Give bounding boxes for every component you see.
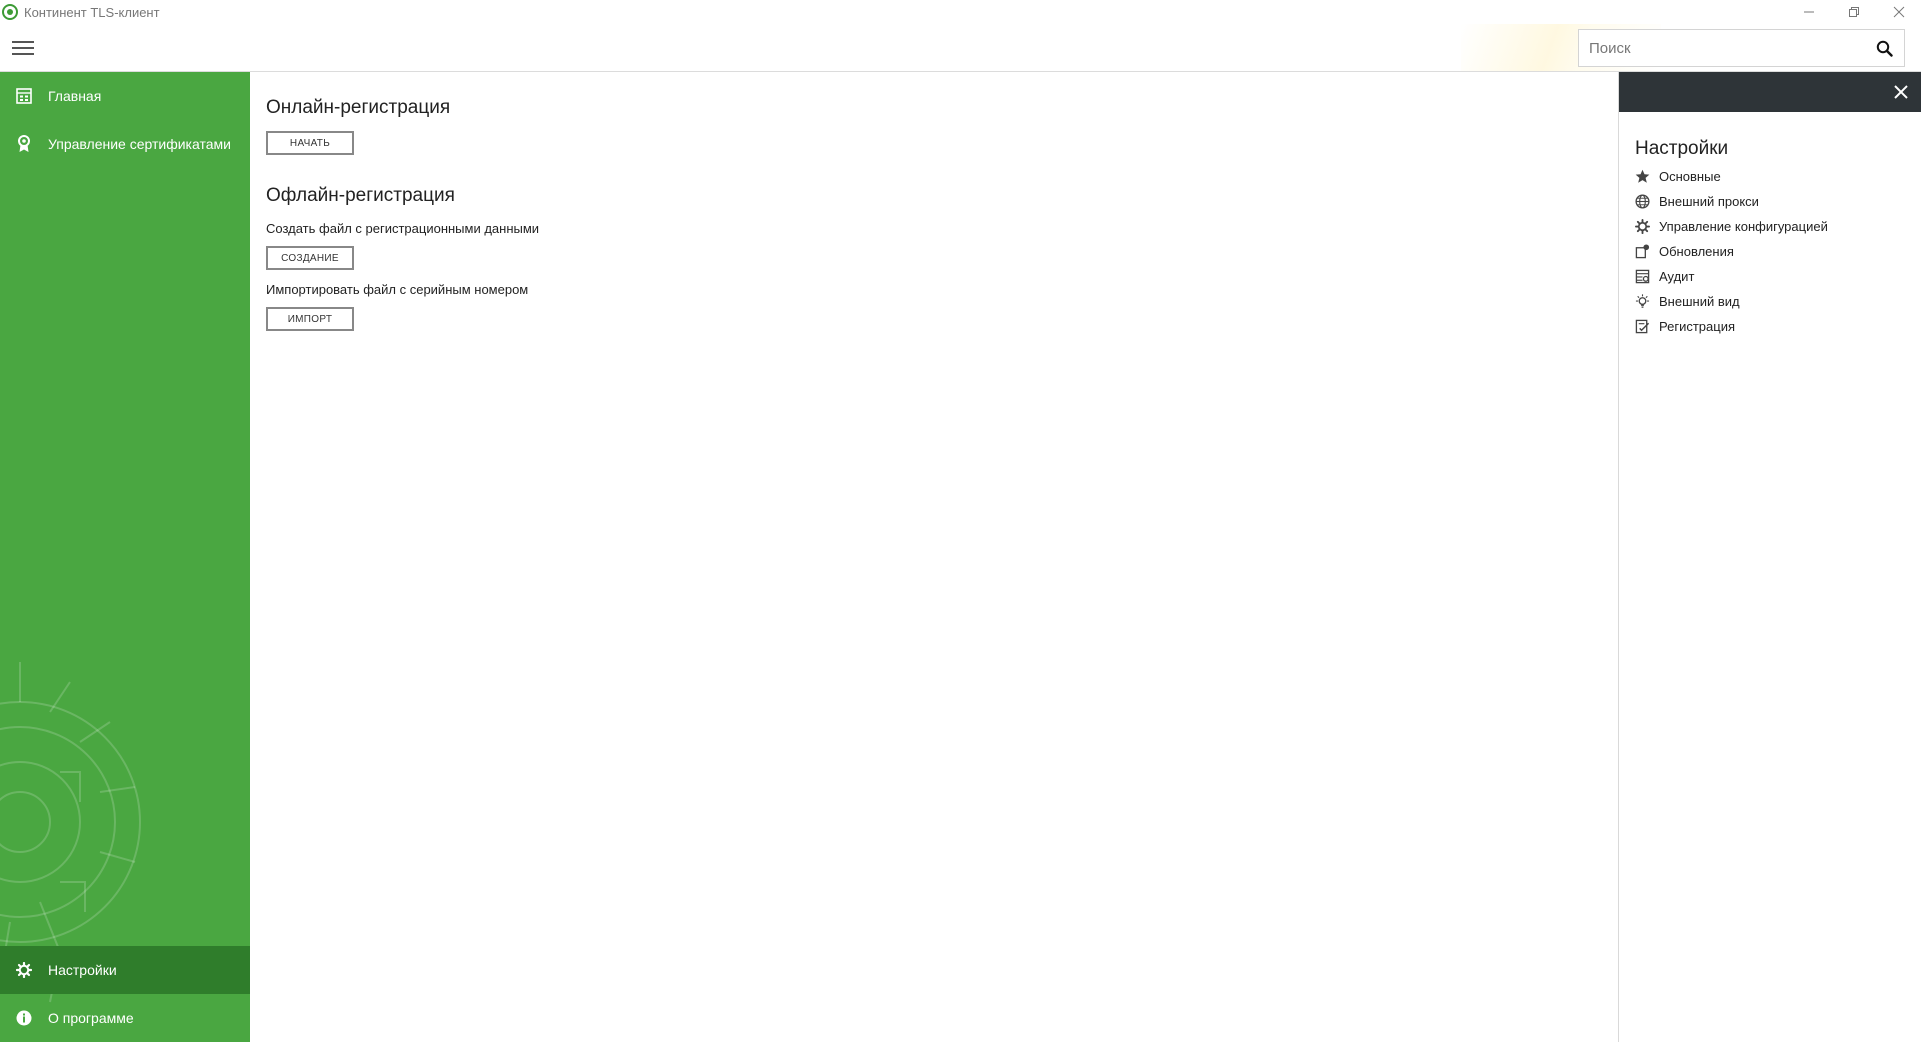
sidebar-item-label: Главная [48, 88, 102, 104]
search-button[interactable] [1864, 30, 1904, 66]
globe-icon [1635, 193, 1659, 211]
settings-item-label: Внешний прокси [1659, 194, 1759, 209]
settings-panel-header [1619, 72, 1921, 112]
sidebar-item-label: О программе [48, 1010, 134, 1026]
search-icon [1876, 40, 1893, 57]
sidebar-item-about[interactable]: О программе [0, 994, 250, 1042]
settings-item-label: Управление конфигурацией [1659, 219, 1828, 234]
search-input[interactable] [1579, 30, 1864, 66]
hamburger-menu-button[interactable] [12, 40, 34, 56]
import-button[interactable]: ИМПОРТ [266, 307, 354, 331]
main-content: Онлайн-регистрация НАЧАТЬ Офлайн-регистр… [250, 73, 1618, 1042]
close-window-button[interactable] [1876, 0, 1921, 24]
start-button[interactable]: НАЧАТЬ [266, 131, 354, 155]
app-header [0, 24, 1921, 72]
settings-item-label: Регистрация [1659, 319, 1735, 334]
update-icon [1635, 243, 1659, 261]
gear-icon [0, 946, 48, 994]
settings-item-appearance[interactable]: Внешний вид [1635, 289, 1828, 314]
settings-item-general[interactable]: Основные [1635, 164, 1828, 189]
settings-item-label: Внешний вид [1659, 294, 1740, 309]
restore-button[interactable] [1831, 0, 1876, 24]
close-settings-button[interactable] [1881, 72, 1921, 112]
settings-item-updates[interactable]: Обновления [1635, 239, 1828, 264]
sidebar-item-home[interactable]: Главная [0, 72, 250, 120]
window-controls [1786, 0, 1921, 24]
create-button[interactable]: СОЗДАНИЕ [266, 246, 354, 270]
lightbulb-icon [1635, 293, 1659, 311]
settings-list: Основные Внешний прокси Управление конфи… [1635, 164, 1828, 339]
settings-item-audit[interactable]: Аудит [1635, 264, 1828, 289]
sidebar-item-label: Настройки [48, 962, 117, 978]
settings-item-registration[interactable]: Регистрация [1635, 314, 1828, 339]
dashboard-icon [0, 72, 48, 120]
restore-icon [1848, 7, 1859, 17]
registration-icon [1635, 318, 1659, 336]
settings-item-label: Обновления [1659, 244, 1734, 259]
sidebar-item-label: Управление сертификатами [48, 136, 231, 152]
settings-item-proxy[interactable]: Внешний прокси [1635, 189, 1828, 214]
minimize-icon [1803, 11, 1814, 13]
settings-item-configuration[interactable]: Управление конфигурацией [1635, 214, 1828, 239]
create-file-description: Создать файл с регистрационными данными [266, 221, 540, 236]
settings-item-label: Основные [1659, 169, 1721, 184]
app-logo-icon [2, 4, 18, 20]
offline-registration-title: Офлайн-регистрация [266, 185, 455, 206]
sidebar: Главная Управление сертификатами Настрой… [0, 72, 250, 1042]
gear-icon [1635, 218, 1659, 236]
search-box [1578, 29, 1905, 67]
info-icon [0, 994, 48, 1042]
sidebar-item-settings[interactable]: Настройки [0, 946, 250, 994]
close-icon [1893, 6, 1904, 18]
settings-title: Настройки [1635, 138, 1729, 159]
import-file-description: Импортировать файл с серийным номером [266, 282, 529, 297]
audit-icon [1635, 268, 1659, 286]
app-window: Континент TLS-клиент Поиск Главная Управ… [0, 0, 1921, 1042]
title-bar: Континент TLS-клиент [0, 0, 1921, 24]
window-title: Континент TLS-клиент [24, 4, 160, 20]
certificate-icon [0, 120, 48, 168]
close-icon [1894, 85, 1908, 99]
settings-panel: Настройки Основные Внешний прокси Управл… [1618, 72, 1921, 1042]
settings-item-label: Аудит [1659, 269, 1695, 284]
sidebar-item-certificates[interactable]: Управление сертификатами [0, 120, 250, 168]
star-icon [1635, 168, 1659, 186]
online-registration-title: Онлайн-регистрация [266, 97, 451, 118]
minimize-button[interactable] [1786, 0, 1831, 24]
